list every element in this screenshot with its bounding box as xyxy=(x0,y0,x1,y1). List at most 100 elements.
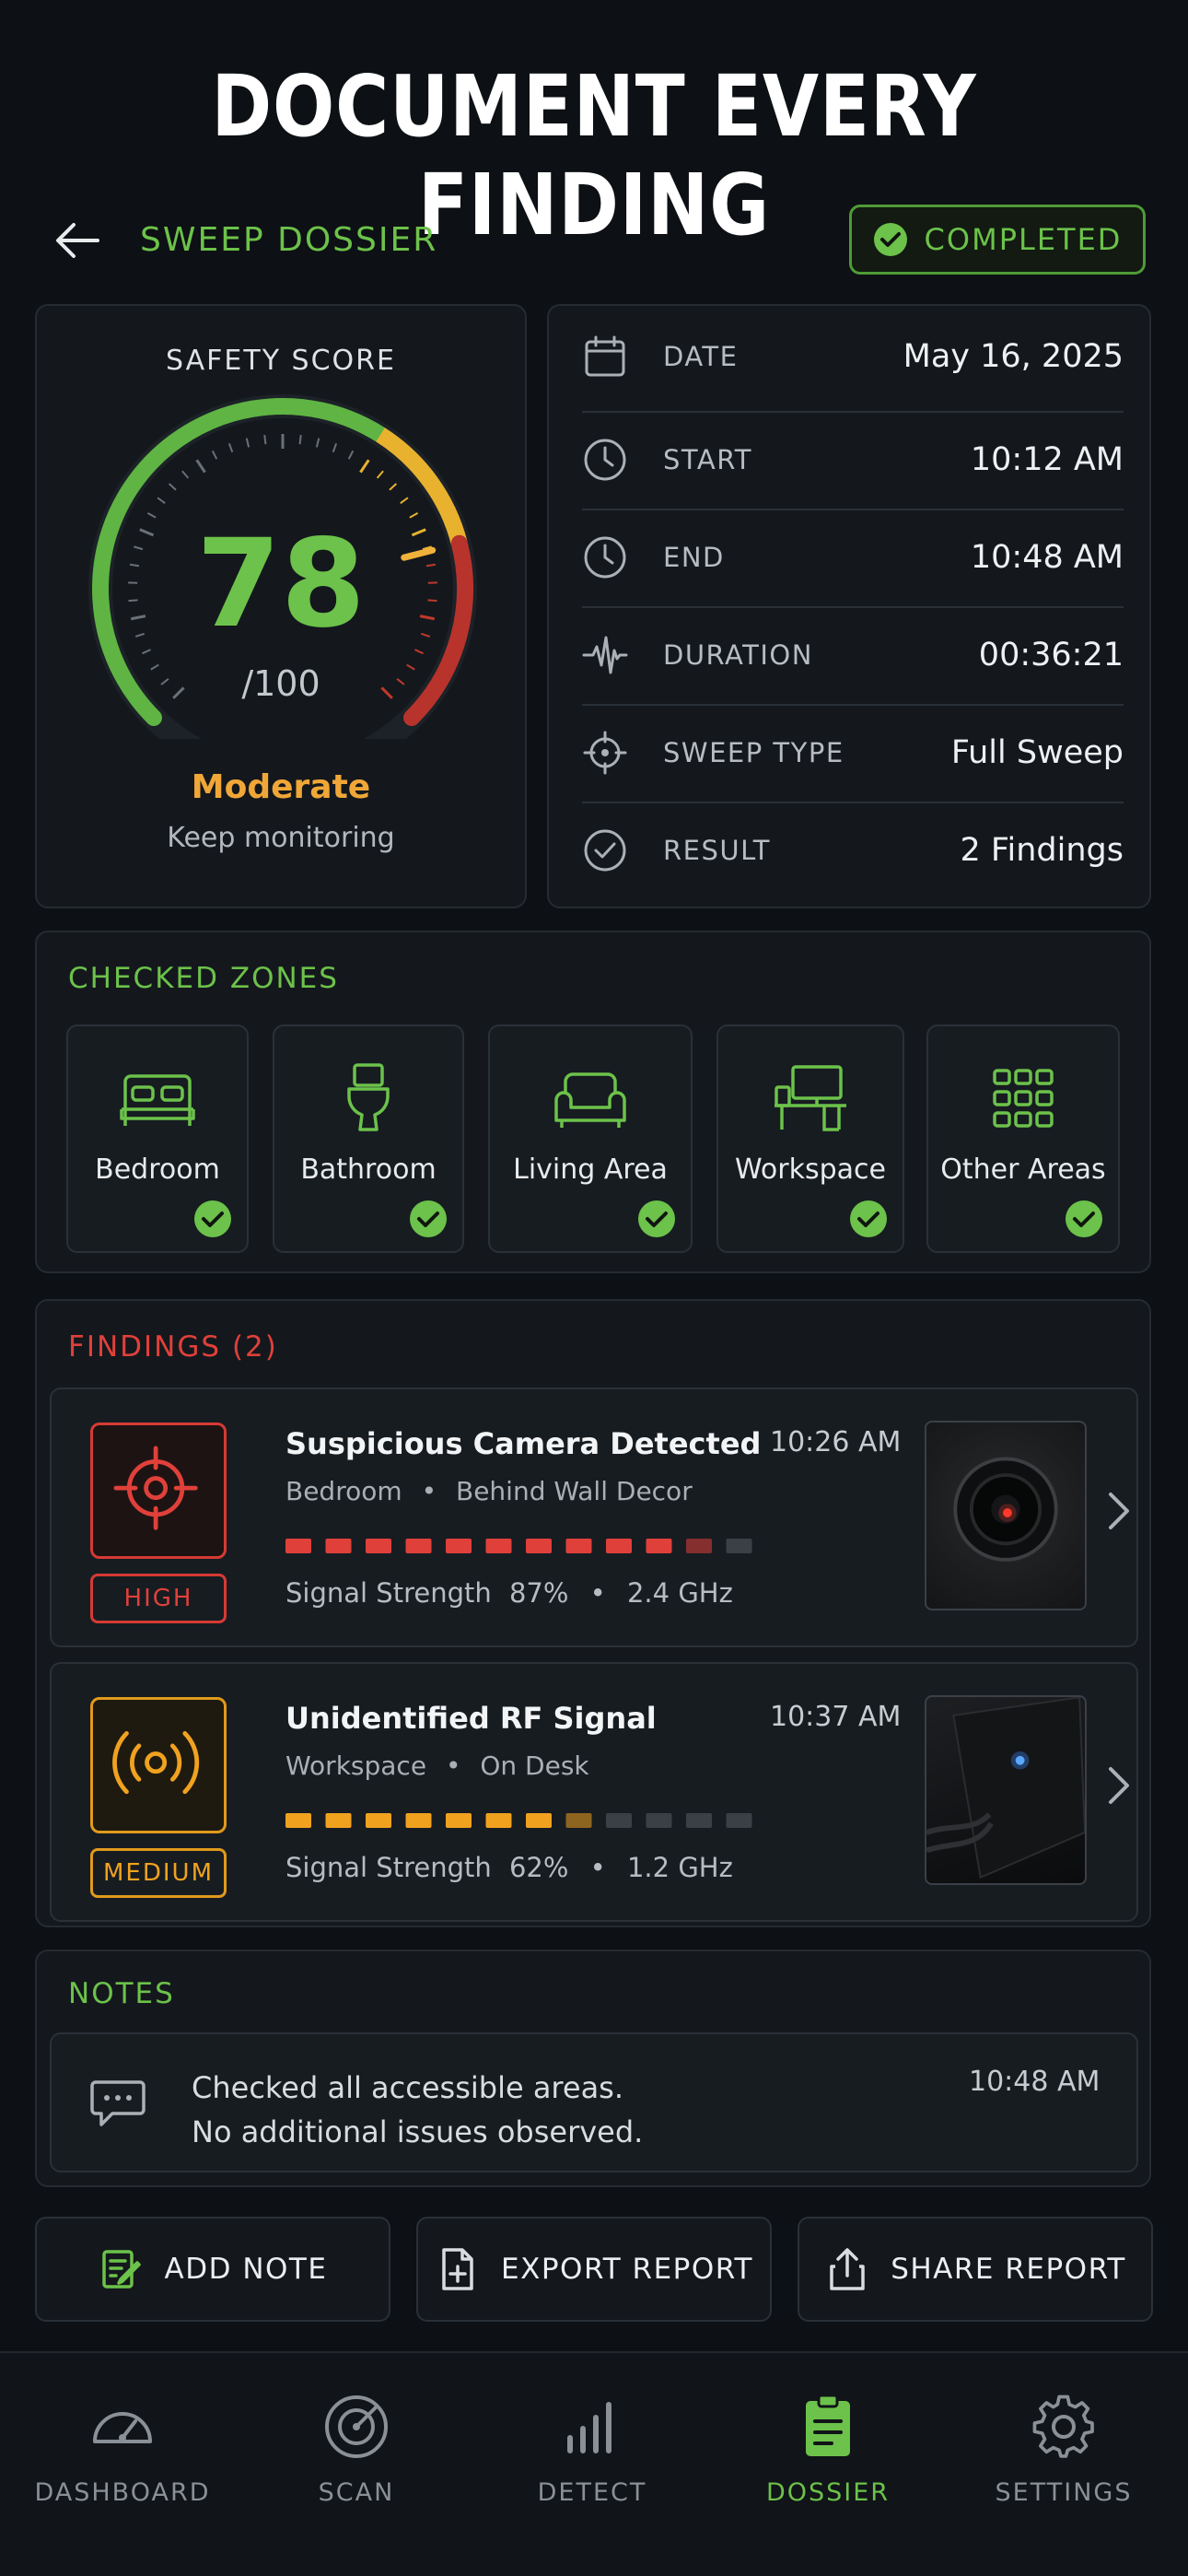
speedometer-icon xyxy=(93,2412,152,2443)
zone-bathroom[interactable]: Bathroom xyxy=(273,1025,464,1253)
gauge-tick xyxy=(168,483,177,491)
finding-room: Bedroom xyxy=(285,1476,402,1506)
findings-title-label: FINDINGS xyxy=(68,1330,222,1364)
info-key: START xyxy=(663,444,752,475)
gauge-tick xyxy=(315,438,320,448)
zone-bedroom[interactable]: Bedroom xyxy=(66,1025,249,1253)
gauge-tick xyxy=(211,450,218,460)
zone-workspace[interactable]: Workspace xyxy=(716,1025,904,1253)
share-icon xyxy=(830,2248,865,2290)
info-key: END xyxy=(663,542,725,573)
signal-segment xyxy=(726,1813,752,1828)
signal-segment xyxy=(606,1539,632,1553)
export-report-button[interactable]: EXPORT REPORT xyxy=(416,2217,772,2322)
signal-strength-bar xyxy=(285,1813,752,1828)
signal-segment xyxy=(285,1539,311,1553)
info-key: DURATION xyxy=(663,639,813,671)
tab-detect[interactable]: DETECT xyxy=(491,2392,693,2507)
safety-score-subtext: Keep monitoring xyxy=(167,822,395,854)
finding-title: Suspicious Camera Detected xyxy=(285,1426,762,1461)
finding-room: Workspace xyxy=(285,1751,427,1781)
info-row-duration: DURATION 00:36:21 xyxy=(582,606,1124,704)
sweep-info-card: DATE May 16, 2025 START 10:12 AM END 10:… xyxy=(547,304,1151,908)
info-key: SWEEP TYPE xyxy=(663,737,844,768)
finding-thumbnail[interactable] xyxy=(925,1695,1087,1885)
signal-strength-bar xyxy=(285,1539,752,1553)
crosshair-icon xyxy=(583,731,627,775)
add-note-button[interactable]: ADD NOTE xyxy=(35,2217,390,2322)
gauge-tick xyxy=(146,512,157,519)
share-report-button[interactable]: SHARE REPORT xyxy=(798,2217,1153,2322)
finding-time: 10:37 AM xyxy=(770,1701,902,1733)
info-value: May 16, 2025 xyxy=(903,338,1124,375)
signal-segment xyxy=(485,1813,512,1828)
finding-thumbnail[interactable] xyxy=(925,1421,1087,1610)
signal-segment xyxy=(485,1539,512,1553)
note-text: Checked all accessible areas. No additio… xyxy=(192,2070,644,2149)
finding-row[interactable]: MEDIUM Unidentified RF Signal 10:37 AM W… xyxy=(50,1662,1138,1922)
gauge-tick xyxy=(298,435,302,445)
severity-badge: MEDIUM xyxy=(90,1848,227,1898)
notes-card: NOTES Checked all accessible areas. No a… xyxy=(35,1950,1151,2187)
severity-badge: HIGH xyxy=(90,1574,227,1623)
tab-dashboard[interactable]: DASHBOARD xyxy=(21,2392,224,2507)
rf-device-image xyxy=(926,1697,1085,1879)
findings-count: (2) xyxy=(231,1330,278,1364)
tab-scan[interactable]: SCAN xyxy=(255,2392,458,2507)
info-value: Full Sweep xyxy=(950,734,1124,771)
signal-segment xyxy=(285,1813,311,1828)
signal-segment xyxy=(565,1539,592,1553)
chevron-right-icon[interactable] xyxy=(1105,1489,1133,1533)
finding-location: Bedroom • Behind Wall Decor xyxy=(285,1476,693,1506)
tab-settings[interactable]: SETTINGS xyxy=(962,2392,1165,2507)
info-row-end: END 10:48 AM xyxy=(582,509,1124,606)
zone-label: Bathroom xyxy=(300,1153,437,1186)
gauge-tick xyxy=(414,649,424,655)
note-entry[interactable]: Checked all accessible areas. No additio… xyxy=(50,2032,1138,2172)
info-row-sweep-type: SWEEP TYPE Full Sweep xyxy=(582,704,1124,802)
safety-score-status: Moderate xyxy=(191,768,371,806)
clock-icon xyxy=(584,536,626,579)
signal-percent: 62% xyxy=(508,1852,569,1883)
finding-row[interactable]: HIGH Suspicious Camera Detected 10:26 AM… xyxy=(50,1388,1138,1647)
clipboard-icon xyxy=(806,2394,850,2456)
finding-signal: Signal Strength 87% • 2.4 GHz xyxy=(285,1577,733,1609)
zone-label: Other Areas xyxy=(940,1153,1106,1186)
calendar-icon xyxy=(585,335,625,377)
signal-segment xyxy=(325,1813,352,1828)
signal-segment xyxy=(526,1539,552,1553)
info-row-start: START 10:12 AM xyxy=(582,411,1124,509)
back-arrow-icon[interactable] xyxy=(52,217,103,263)
safety-score-value: 78 xyxy=(196,513,366,655)
info-key: DATE xyxy=(663,341,739,372)
chevron-right-icon[interactable] xyxy=(1105,1763,1133,1808)
signal-segment xyxy=(366,1539,391,1553)
gauge-tick xyxy=(227,443,234,453)
check-circle-icon xyxy=(638,1200,675,1237)
zone-living-area[interactable]: Living Area xyxy=(488,1025,693,1253)
desk-icon xyxy=(775,1065,846,1131)
target-icon xyxy=(113,1446,198,1530)
findings-card: FINDINGS (2) HIGH Suspicious Camera Dete… xyxy=(35,1299,1151,1927)
note-time: 10:48 AM xyxy=(969,2066,1101,2098)
notes-title: NOTES xyxy=(68,1977,175,2010)
signal-segment xyxy=(405,1539,432,1553)
zone-label: Bedroom xyxy=(95,1153,220,1186)
checked-zones-card: CHECKED ZONES Bedroom Bathroom Living Ar… xyxy=(35,931,1151,1273)
signal-segment xyxy=(646,1539,672,1553)
finding-icon-box xyxy=(90,1423,227,1559)
signal-segment xyxy=(686,1813,712,1828)
check-circle-icon xyxy=(410,1200,447,1237)
signal-bars-icon xyxy=(567,2402,611,2453)
signal-segment xyxy=(565,1813,592,1828)
info-value: 10:12 AM xyxy=(970,441,1124,478)
info-value: 10:48 AM xyxy=(970,539,1124,576)
gauge-tick xyxy=(400,497,409,504)
checked-zones-title: CHECKED ZONES xyxy=(68,962,339,995)
waveform-icon xyxy=(582,636,628,674)
toilet-icon xyxy=(347,1063,390,1131)
tab-dossier[interactable]: DOSSIER xyxy=(727,2392,929,2507)
gauge-tick xyxy=(389,483,398,491)
findings-title: FINDINGS (2) xyxy=(68,1330,278,1364)
zone-other-areas[interactable]: Other Areas xyxy=(926,1025,1120,1253)
